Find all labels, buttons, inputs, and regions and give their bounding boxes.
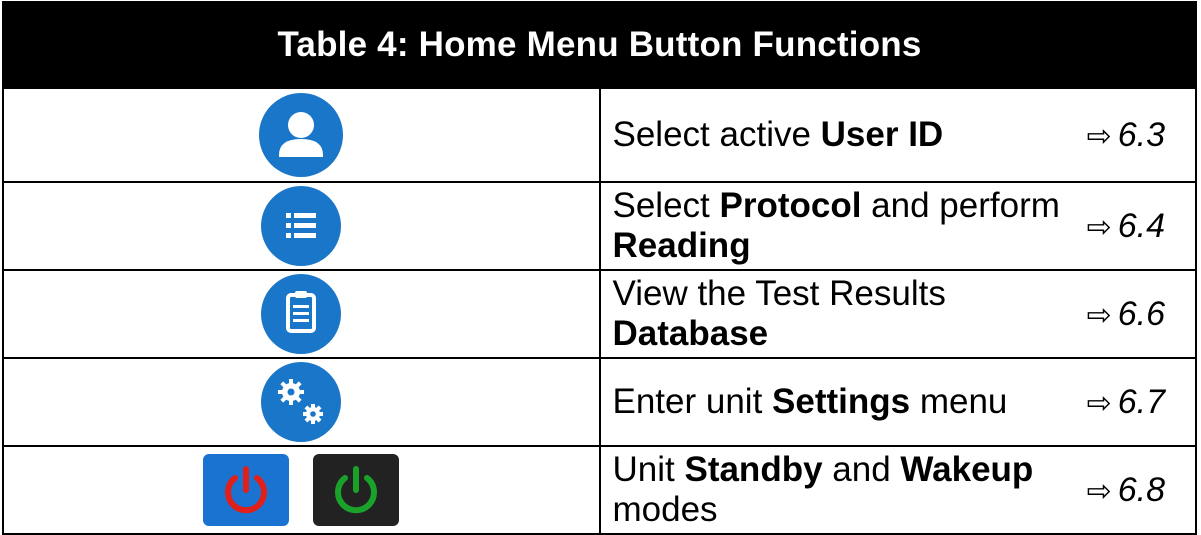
table-row: Enter unit Settings menu ⇨ 6.7 <box>2 357 1197 447</box>
arrow-right-icon: ⇨ <box>1086 119 1112 153</box>
table-row: Select active User ID ⇨ 6.3 <box>2 87 1197 183</box>
home-menu-functions-table: Table 4: Home Menu Button Functions Sele… <box>2 1 1197 535</box>
arrow-right-icon: ⇨ <box>1086 210 1112 244</box>
section-reference: ⇨ 6.3 <box>1086 115 1165 154</box>
table-title: Table 4: Home Menu Button Functions <box>2 1 1197 89</box>
table-row: Select Protocol and perform Reading ⇨ 6.4 <box>2 181 1197 271</box>
list-icon[interactable] <box>261 186 342 266</box>
row-description: View the Test Results Database <box>612 274 946 353</box>
section-reference: ⇨ 6.8 <box>1086 470 1165 509</box>
wakeup-power-icon[interactable] <box>313 454 400 526</box>
table-container: Table 4: Home Menu Button Functions Sele… <box>2 1 1197 535</box>
section-reference: ⇨ 6.7 <box>1086 382 1165 421</box>
settings-gears-icon[interactable] <box>261 362 342 442</box>
standby-power-icon[interactable] <box>203 454 290 526</box>
row-description: Select active User ID <box>612 115 944 154</box>
user-icon[interactable] <box>259 93 344 177</box>
arrow-right-icon: ⇨ <box>1086 386 1112 420</box>
arrow-right-icon: ⇨ <box>1086 474 1112 508</box>
row-description: Unit Standby and Wakeup modes <box>612 450 1034 529</box>
section-reference: ⇨ 6.4 <box>1086 206 1165 245</box>
table-row: Unit Standby and Wakeup modes ⇨ 6.8 <box>2 445 1197 535</box>
row-description: Enter unit Settings menu <box>612 382 1008 421</box>
table-row: View the Test Results Database ⇨ 6.6 <box>2 269 1197 359</box>
row-description: Select Protocol and perform Reading <box>612 186 1060 265</box>
clipboard-icon[interactable] <box>261 274 342 354</box>
arrow-right-icon: ⇨ <box>1086 298 1112 332</box>
section-reference: ⇨ 6.6 <box>1086 294 1165 333</box>
